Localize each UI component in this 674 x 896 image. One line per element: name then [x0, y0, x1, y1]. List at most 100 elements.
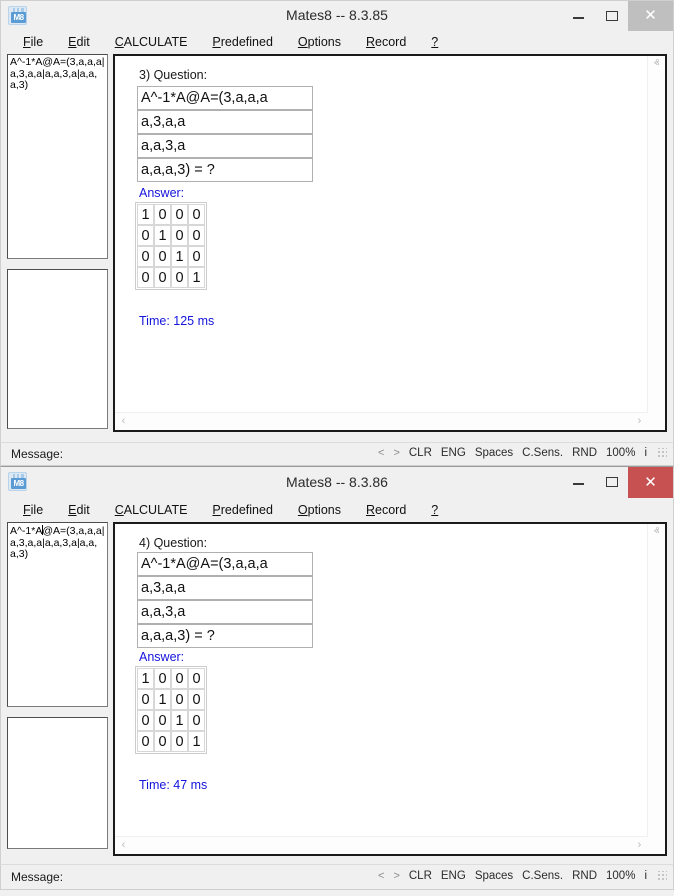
- menu-options-accel: O: [298, 503, 308, 517]
- titlebar-window1[interactable]: M8 Mates8 -- 8.3.85 ✕: [0, 0, 674, 30]
- status-message-label: Message:: [11, 870, 63, 884]
- horizontal-scrollbar-window2[interactable]: ‹ ›: [115, 836, 648, 854]
- menu-record[interactable]: Record: [366, 35, 406, 49]
- menu-edit-accel: E: [68, 35, 76, 49]
- matrix-cell: 0: [137, 267, 154, 288]
- status-eng[interactable]: ENG: [441, 870, 466, 882]
- scroll-right-icon[interactable]: ›: [631, 837, 648, 854]
- expression-input[interactable]: A^-1*A@A=(3,a,a,a|a,3,a,a|a,a,3,a|a,a,a,…: [7, 522, 108, 707]
- status-zoom[interactable]: 100%: [606, 447, 635, 459]
- matrix-cell: 0: [137, 731, 154, 752]
- matrix-row: 0 0 1 0: [137, 246, 205, 267]
- matrix-cell: 0: [188, 225, 205, 246]
- window-mates8-8385: M8 Mates8 -- 8.3.85 ✕ File Edit CALCULAT…: [0, 0, 674, 466]
- question-line-4: a,a,a,3) = ?: [137, 624, 313, 648]
- scroll-down-icon[interactable]: ⱟ: [648, 396, 665, 413]
- menu-calculate[interactable]: CALCULATE: [115, 503, 188, 517]
- titlebar-window2[interactable]: M8 Mates8 -- 8.3.86 ✕: [0, 466, 674, 498]
- matrix-cell: 0: [137, 689, 154, 710]
- status-rnd[interactable]: RND: [572, 870, 597, 882]
- maximize-button[interactable]: [595, 467, 628, 498]
- menu-help[interactable]: ?: [431, 35, 438, 49]
- menu-calculate[interactable]: CALCULATE: [115, 35, 188, 49]
- statusbar-window2: Message: < > CLR ENG Spaces C.Sens. RND …: [0, 864, 674, 890]
- question-label: 4) Question:: [139, 536, 207, 550]
- secondary-input[interactable]: [7, 717, 108, 849]
- vertical-scrollbar-window2[interactable]: ⱏ ⱟ: [647, 524, 665, 837]
- resize-grip-icon[interactable]: [657, 448, 667, 458]
- menubar-window2: File Edit CALCULATE Predefined Options R…: [0, 498, 674, 522]
- menu-predefined[interactable]: Predefined: [212, 35, 272, 49]
- vertical-scrollbar-window1[interactable]: ⱏ ⱟ: [647, 56, 665, 413]
- question-line-2: a,3,a,a: [137, 576, 313, 600]
- menu-options[interactable]: Options: [298, 503, 341, 517]
- question-line-1: A^-1*A@A=(3,a,a,a: [137, 552, 313, 576]
- status-rnd[interactable]: RND: [572, 447, 597, 459]
- status-prev-icon[interactable]: <: [378, 447, 384, 459]
- matrix-cell: 0: [154, 246, 171, 267]
- menu-record[interactable]: Record: [366, 503, 406, 517]
- expression-input-before-caret: A^-1*A: [10, 525, 42, 537]
- statusbar-window1: Message: < > CLR ENG Spaces C.Sens. RND …: [0, 442, 674, 466]
- menu-record-accel: R: [366, 503, 375, 517]
- status-prev-icon[interactable]: <: [378, 870, 384, 882]
- menu-help-accel: ?: [431, 35, 438, 49]
- status-eng[interactable]: ENG: [441, 447, 466, 459]
- question-line-2: a,3,a,a: [137, 110, 313, 134]
- scrollbar-corner: [648, 413, 665, 430]
- menu-file[interactable]: File: [23, 503, 43, 517]
- client-area-window1: A^-1*A@A=(3,a,a,a|a,3,a,a|a,a,3,a|a,a,a,…: [0, 54, 674, 442]
- minimize-button[interactable]: [562, 1, 595, 31]
- menu-help[interactable]: ?: [431, 503, 438, 517]
- scroll-left-icon[interactable]: ‹: [115, 413, 132, 430]
- status-clr[interactable]: CLR: [409, 447, 432, 459]
- minimize-button[interactable]: [562, 467, 595, 498]
- status-zoom[interactable]: 100%: [606, 870, 635, 882]
- menu-options-rest: ptions: [308, 35, 341, 49]
- time-label: Time: 47 ms: [139, 778, 207, 792]
- sidebar-window1: A^-1*A@A=(3,a,a,a|a,3,a,a|a,a,3,a|a,a,a,…: [7, 54, 108, 429]
- scroll-up-icon[interactable]: ⱏ: [648, 524, 665, 541]
- status-spaces[interactable]: Spaces: [475, 447, 513, 459]
- status-info-icon[interactable]: i: [644, 447, 647, 459]
- matrix-cell: 1: [154, 225, 171, 246]
- resize-grip-icon[interactable]: [657, 871, 667, 881]
- status-case-sensitive[interactable]: C.Sens.: [522, 447, 563, 459]
- scroll-down-icon[interactable]: ⱟ: [648, 820, 665, 837]
- status-next-icon[interactable]: >: [393, 447, 399, 459]
- matrix-cell: 0: [137, 710, 154, 731]
- close-button[interactable]: ✕: [628, 1, 673, 31]
- status-spaces[interactable]: Spaces: [475, 870, 513, 882]
- scroll-up-icon[interactable]: ⱏ: [648, 56, 665, 73]
- maximize-button[interactable]: [595, 1, 628, 31]
- scroll-right-icon[interactable]: ›: [631, 413, 648, 430]
- answer-label: Answer:: [139, 650, 184, 664]
- menu-help-accel: ?: [431, 503, 438, 517]
- status-info-icon[interactable]: i: [644, 870, 647, 882]
- answer-label: Answer:: [139, 186, 184, 200]
- question-line-1: A^-1*A@A=(3,a,a,a: [137, 86, 313, 110]
- menu-record-rest: ecord: [375, 503, 406, 517]
- matrix-cell: 0: [188, 689, 205, 710]
- menu-edit-rest: dit: [77, 35, 90, 49]
- menu-predefined[interactable]: Predefined: [212, 503, 272, 517]
- expression-input[interactable]: A^-1*A@A=(3,a,a,a|a,3,a,a|a,a,3,a|a,a,a,…: [7, 54, 108, 259]
- matrix-cell: 0: [154, 668, 171, 689]
- secondary-input[interactable]: [7, 269, 108, 429]
- status-clr[interactable]: CLR: [409, 870, 432, 882]
- matrix-cell: 1: [137, 668, 154, 689]
- menu-edit[interactable]: Edit: [68, 503, 90, 517]
- horizontal-scrollbar-window1[interactable]: ‹ ›: [115, 412, 648, 430]
- menu-calculate-rest: ALCULATE: [124, 35, 188, 49]
- status-next-icon[interactable]: >: [393, 870, 399, 882]
- matrix-row: 1 0 0 0: [137, 204, 205, 225]
- menu-file[interactable]: File: [23, 35, 43, 49]
- results-content-window2: 4) Question: A^-1*A@A=(3,a,a,a a,3,a,a a…: [115, 524, 648, 837]
- close-button[interactable]: ✕: [628, 467, 673, 498]
- menu-edit[interactable]: Edit: [68, 35, 90, 49]
- scroll-left-icon[interactable]: ‹: [115, 837, 132, 854]
- matrix-row: 0 1 0 0: [137, 225, 205, 246]
- time-label: Time: 125 ms: [139, 314, 214, 328]
- menu-options[interactable]: Options: [298, 35, 341, 49]
- status-case-sensitive[interactable]: C.Sens.: [522, 870, 563, 882]
